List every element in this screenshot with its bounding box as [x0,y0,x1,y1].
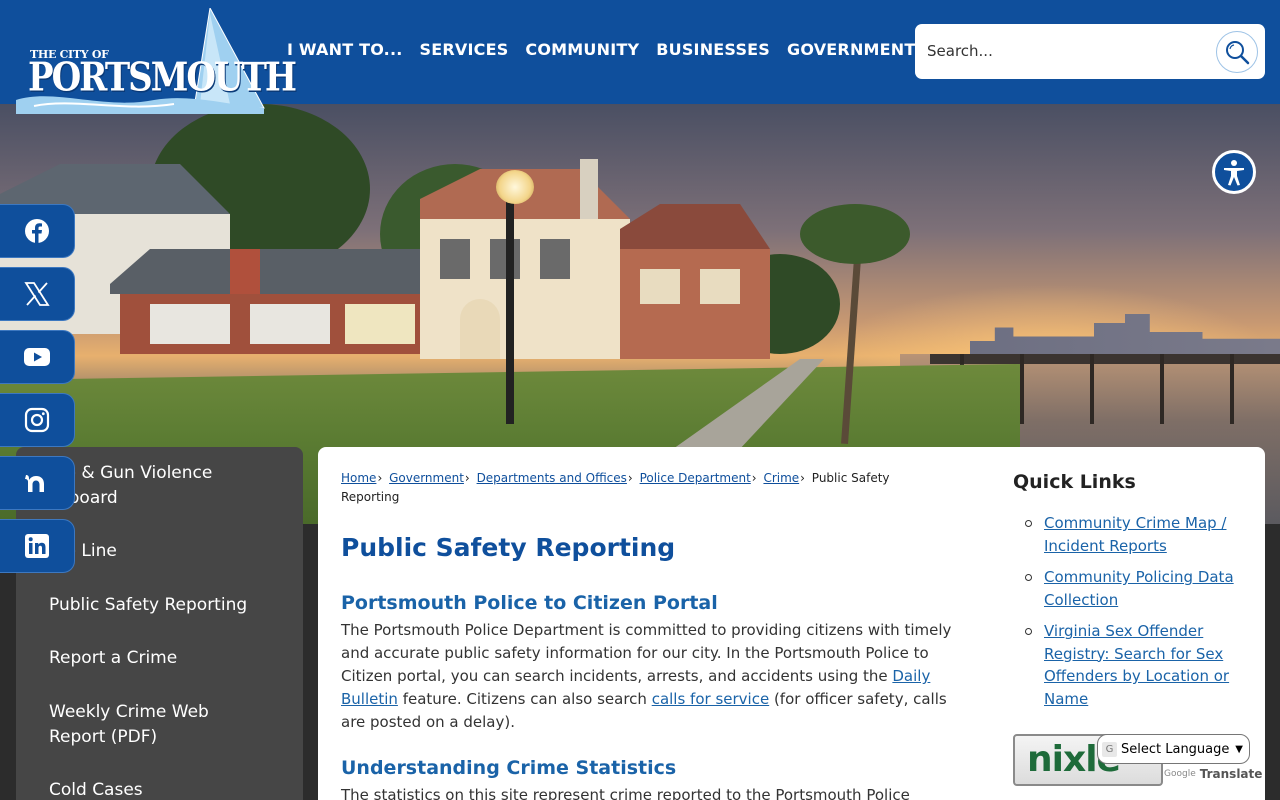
x-twitter-link[interactable] [0,267,75,321]
side-menu-weekly-crime-web-report[interactable]: Weekly Crime Web Report (PDF) [16,700,229,750]
facebook-link[interactable] [0,204,75,258]
calls-for-service-link[interactable]: calls for service [652,690,769,708]
page-title: Public Safety Reporting [341,533,676,562]
breadcrumb-police-department[interactable]: Police Department [640,471,751,485]
translate-label: Translate [1199,767,1263,781]
quick-links-title: Quick Links [1013,471,1136,493]
breadcrumb-home[interactable]: Home [341,471,376,485]
lamp-globe [496,170,534,204]
portal-text-b: feature. Citizens can also search [397,690,652,708]
facebook-icon [25,219,49,243]
portal-text-a: The Portsmouth Police Department is comm… [341,621,952,685]
city-logo[interactable]: THE CITY OF PORTSMOUTH [14,8,297,114]
social-media-bar [0,204,75,582]
pier-post [1090,354,1094,424]
pier-post [1020,354,1024,424]
street-lamp [506,194,514,424]
linkedin-link[interactable] [0,519,75,573]
breadcrumb-separator: › [377,471,383,485]
language-select-label: Select Language [1121,741,1230,757]
pier [930,354,1280,364]
side-menu-public-safety-reporting[interactable]: Public Safety Reporting [16,593,267,618]
nextdoor-icon [25,475,44,492]
breadcrumb-crime[interactable]: Crime [763,471,799,485]
side-menu-report-a-crime[interactable]: Report a Crime [16,646,197,671]
nav-i-want-to[interactable]: I WANT TO... [287,40,403,59]
side-menu-cold-cases[interactable]: Cold Cases [16,778,163,800]
search-input[interactable] [927,39,1207,63]
logo-big-text: PORTSMOUTH [28,55,297,101]
pier-post [1230,354,1234,424]
accessibility-button[interactable] [1212,150,1256,194]
accessibility-icon [1224,160,1244,186]
search-icon [1226,41,1250,65]
breadcrumb: Home› Government› Departments and Office… [341,469,921,507]
instagram-icon [24,407,50,433]
x-twitter-icon [24,282,50,306]
language-select[interactable]: G Select Language ▼ [1097,734,1250,764]
chevron-down-icon: ▼ [1235,743,1243,755]
quick-links-list: Community Crime Map / Incident Reports C… [1023,512,1238,719]
quick-link-policing-data[interactable]: Community Policing Data Collection [1044,568,1234,609]
breadcrumb-separator: › [800,471,805,485]
quick-link-sex-offender-registry[interactable]: Virginia Sex Offender Registry: Search f… [1044,622,1229,708]
nextdoor-link[interactable] [0,456,75,510]
quick-link-crime-map[interactable]: Community Crime Map / Incident Reports [1044,514,1226,555]
youtube-link[interactable] [0,330,75,384]
section-heading-portal: Portsmouth Police to Citizen Portal [341,592,718,614]
search-box [915,24,1265,79]
pier-post [1160,354,1164,424]
list-item: Virginia Sex Offender Registry: Search f… [1023,620,1238,710]
instagram-link[interactable] [0,393,75,447]
breadcrumb-separator: › [627,471,633,485]
nav-government[interactable]: GOVERNMENT [787,40,915,59]
google-translate-icon: G [1102,741,1117,757]
statistics-paragraph: The statistics on this site represent cr… [341,786,910,800]
breadcrumb-government[interactable]: Government [389,471,464,485]
youtube-icon [24,348,50,366]
breadcrumb-separator: › [464,471,470,485]
nav-services[interactable]: SERVICES [420,40,509,59]
search-button[interactable] [1216,31,1258,73]
palm-crown [800,204,910,264]
google-label: Google [1164,769,1196,779]
site-header: THE CITY OF PORTSMOUTH I WANT TO... SERV… [0,0,1280,114]
breadcrumb-departments[interactable]: Departments and Offices [477,471,627,485]
section-heading-statistics: Understanding Crime Statistics [341,757,677,779]
house-right [420,159,770,359]
nav-community[interactable]: COMMUNITY [525,40,639,59]
google-translate-attribution[interactable]: Google Translate [1164,767,1262,781]
nav-businesses[interactable]: BUSINESSES [656,40,770,59]
main-nav: I WANT TO... SERVICES COMMUNITY BUSINESS… [287,40,916,59]
list-item: Community Crime Map / Incident Reports [1023,512,1238,557]
list-item: Community Policing Data Collection [1023,566,1238,611]
linkedin-icon [25,534,49,558]
portal-paragraph: The Portsmouth Police Department is comm… [341,619,966,734]
breadcrumb-separator: › [751,471,757,485]
